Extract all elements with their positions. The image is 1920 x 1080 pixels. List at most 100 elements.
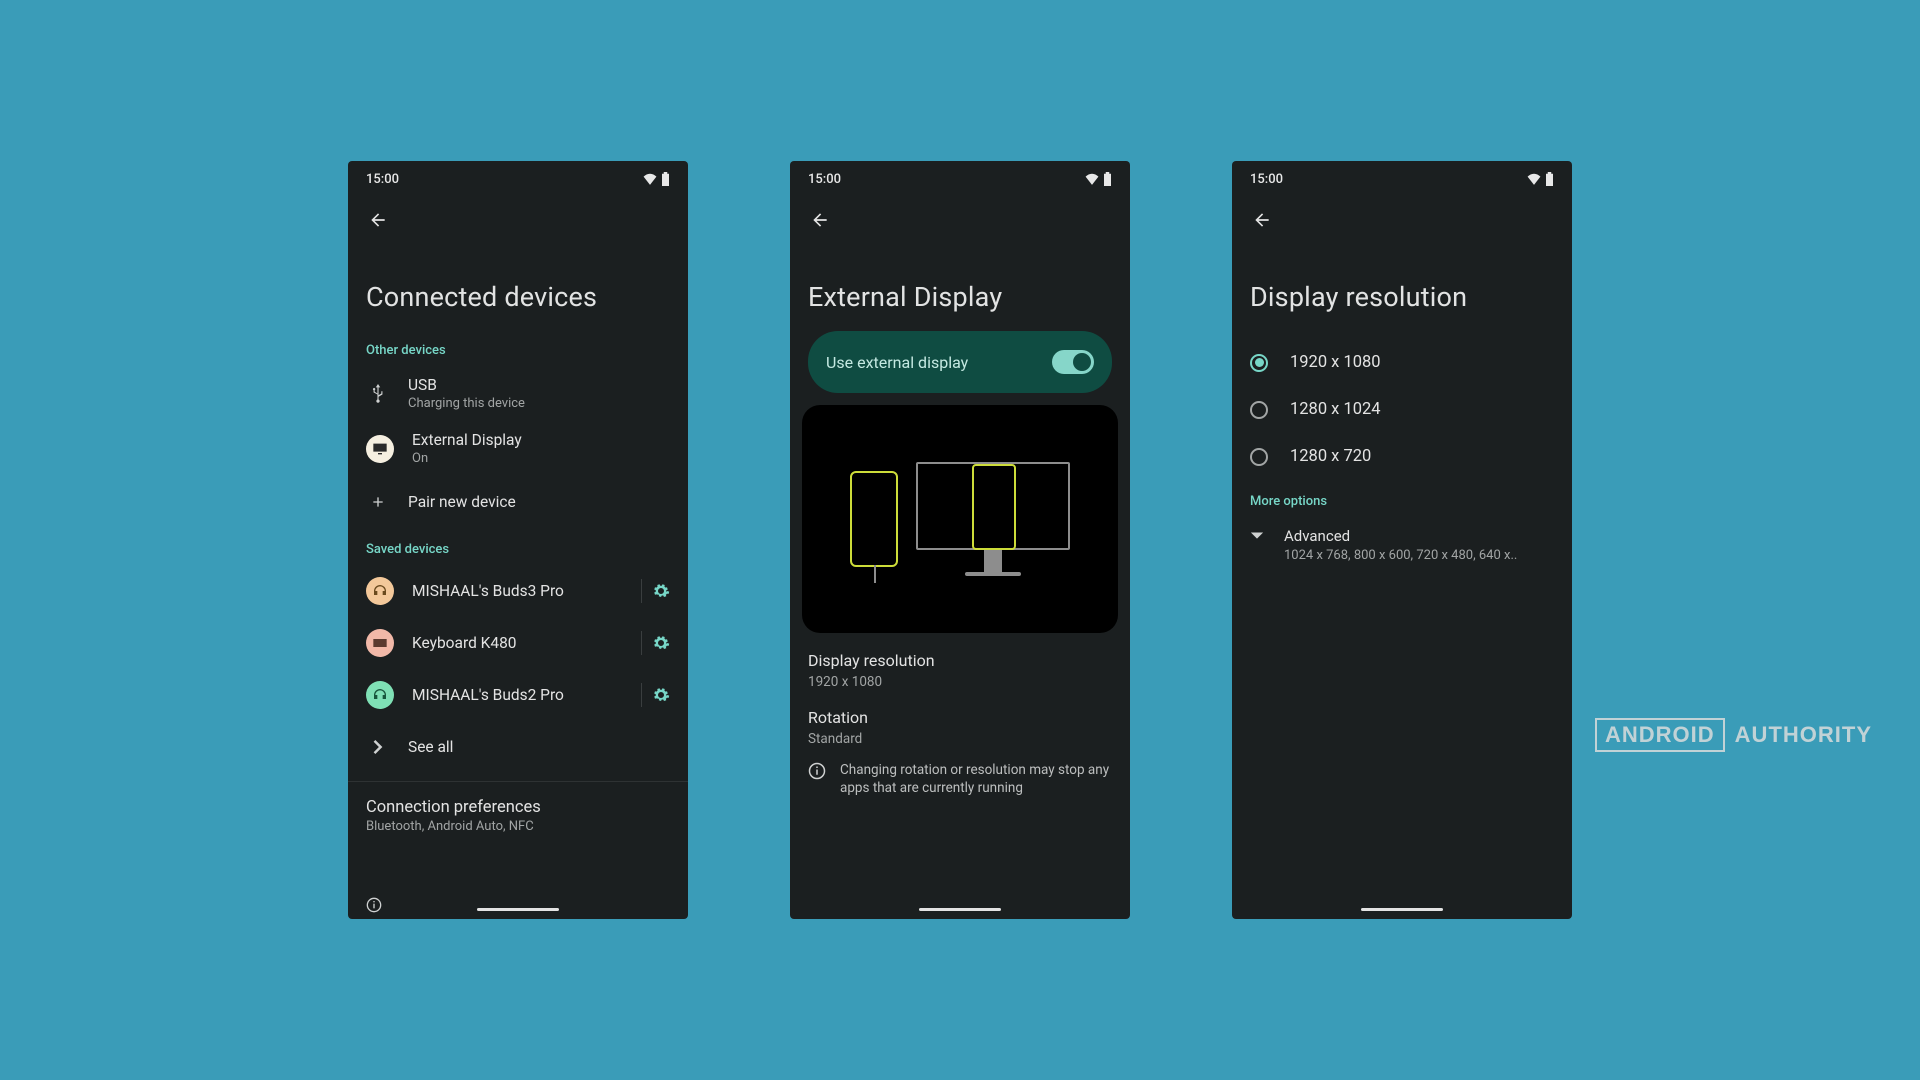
back-button[interactable] xyxy=(358,200,398,240)
screen-display-resolution: 15:00 Display resolution 1920 x 1080 128… xyxy=(1232,161,1572,919)
device-settings-button[interactable] xyxy=(652,634,670,652)
row-subtitle: Bluetooth, Android Auto, NFC xyxy=(366,819,670,834)
row-subtitle: Charging this device xyxy=(408,396,670,411)
row-title: Advanced xyxy=(1284,527,1517,545)
divider xyxy=(641,683,642,707)
row-display-resolution[interactable]: Display resolution 1920 x 1080 xyxy=(790,633,1130,690)
clock: 15:00 xyxy=(366,172,399,187)
divider xyxy=(641,631,642,655)
device-settings-button[interactable] xyxy=(652,686,670,704)
row-subtitle: On xyxy=(412,451,670,466)
radio-option[interactable]: 1280 x 1024 xyxy=(1232,386,1572,433)
radio-label: 1920 x 1080 xyxy=(1290,353,1381,372)
nav-bar[interactable] xyxy=(919,908,1001,911)
use-external-display-toggle[interactable]: Use external display xyxy=(808,331,1112,393)
warning-text: Changing rotation or resolution may stop… xyxy=(840,761,1112,797)
battery-icon xyxy=(1103,172,1112,186)
status-bar: 15:00 xyxy=(348,161,688,197)
info-icon xyxy=(366,897,382,913)
radio-selected-icon xyxy=(1250,354,1268,372)
wifi-icon xyxy=(1527,173,1541,185)
row-subtitle: 1024 x 768, 800 x 600, 720 x 480, 640 x.… xyxy=(1284,548,1517,563)
usb-icon xyxy=(371,384,385,404)
arrow-back-icon xyxy=(1252,210,1272,230)
row-saved-device[interactable]: MISHAAL's Buds2 Pro xyxy=(348,669,688,721)
radio-option[interactable]: 1920 x 1080 xyxy=(1232,339,1572,386)
row-title: Display resolution xyxy=(808,651,1112,670)
status-icons xyxy=(643,172,670,186)
row-subtitle: Standard xyxy=(808,731,1112,747)
row-title: See all xyxy=(408,738,670,756)
screen-external-display: 15:00 External Display Use external disp… xyxy=(790,161,1130,919)
arrow-back-icon xyxy=(368,210,388,230)
row-advanced[interactable]: Advanced 1024 x 768, 800 x 600, 720 x 48… xyxy=(1232,517,1572,573)
back-button[interactable] xyxy=(1242,200,1282,240)
warning-note: Changing rotation or resolution may stop… xyxy=(790,747,1130,797)
row-see-all[interactable]: See all xyxy=(348,721,688,773)
toggle-label: Use external display xyxy=(826,353,968,372)
row-saved-device[interactable]: Keyboard K480 xyxy=(348,617,688,669)
gear-icon xyxy=(652,582,670,600)
plus-icon xyxy=(370,494,386,510)
row-title: MISHAAL's Buds2 Pro xyxy=(412,686,623,704)
section-saved-devices: Saved devices xyxy=(348,528,688,565)
radio-label: 1280 x 1024 xyxy=(1290,400,1381,419)
app-bar xyxy=(790,197,1130,243)
display-illustration xyxy=(802,405,1118,633)
section-more-options: More options xyxy=(1232,480,1572,517)
device-settings-button[interactable] xyxy=(652,582,670,600)
radio-label: 1280 x 720 xyxy=(1290,447,1371,466)
chevron-down-icon xyxy=(1250,531,1264,541)
headphones-icon xyxy=(372,687,388,703)
nav-bar[interactable] xyxy=(477,908,559,911)
row-title: MISHAAL's Buds3 Pro xyxy=(412,582,623,600)
divider xyxy=(641,579,642,603)
headphones-icon xyxy=(372,583,388,599)
page-title: External Display xyxy=(790,243,1130,331)
row-title: Rotation xyxy=(808,708,1112,727)
screen-connected-devices: 15:00 Connected devices Other devices US… xyxy=(348,161,688,919)
wifi-icon xyxy=(643,173,657,185)
app-bar xyxy=(1232,197,1572,243)
back-button[interactable] xyxy=(800,200,840,240)
info-icon xyxy=(808,762,826,780)
arrow-back-icon xyxy=(810,210,830,230)
status-bar: 15:00 xyxy=(1232,161,1572,197)
row-subtitle: 1920 x 1080 xyxy=(808,674,1112,690)
battery-icon xyxy=(661,172,670,186)
row-title: Keyboard K480 xyxy=(412,634,623,652)
page-title: Display resolution xyxy=(1232,243,1572,339)
row-pair-new-device[interactable]: Pair new device xyxy=(348,476,688,528)
status-icons xyxy=(1527,172,1554,186)
gear-icon xyxy=(652,634,670,652)
row-saved-device[interactable]: MISHAAL's Buds3 Pro xyxy=(348,565,688,617)
row-usb[interactable]: USB Charging this device xyxy=(348,366,688,421)
row-rotation[interactable]: Rotation Standard xyxy=(790,690,1130,747)
phone-outline-icon xyxy=(850,471,898,567)
nav-bar[interactable] xyxy=(1361,908,1443,911)
radio-unselected-icon xyxy=(1250,448,1268,466)
switch-on-icon xyxy=(1052,350,1094,374)
radio-unselected-icon xyxy=(1250,401,1268,419)
row-title: USB xyxy=(408,376,670,394)
status-icons xyxy=(1085,172,1112,186)
wifi-icon xyxy=(1085,173,1099,185)
row-external-display[interactable]: External Display On xyxy=(348,421,688,476)
row-title: Pair new device xyxy=(408,493,670,511)
clock: 15:00 xyxy=(808,172,841,187)
status-bar: 15:00 xyxy=(790,161,1130,197)
gear-icon xyxy=(652,686,670,704)
row-connection-preferences[interactable]: Connection preferences Bluetooth, Androi… xyxy=(348,782,688,844)
chevron-right-icon xyxy=(373,740,383,754)
watermark-text: AUTHORITY xyxy=(1735,722,1872,748)
row-title: External Display xyxy=(412,431,670,449)
section-other-devices: Other devices xyxy=(348,339,688,366)
keyboard-icon xyxy=(372,637,388,649)
radio-option[interactable]: 1280 x 720 xyxy=(1232,433,1572,480)
clock: 15:00 xyxy=(1250,172,1283,187)
monitor-outline-icon xyxy=(916,462,1070,576)
watermark: ANDROID AUTHORITY xyxy=(1595,718,1872,752)
page-title: Connected devices xyxy=(348,243,688,339)
monitor-icon xyxy=(372,442,388,456)
battery-icon xyxy=(1545,172,1554,186)
